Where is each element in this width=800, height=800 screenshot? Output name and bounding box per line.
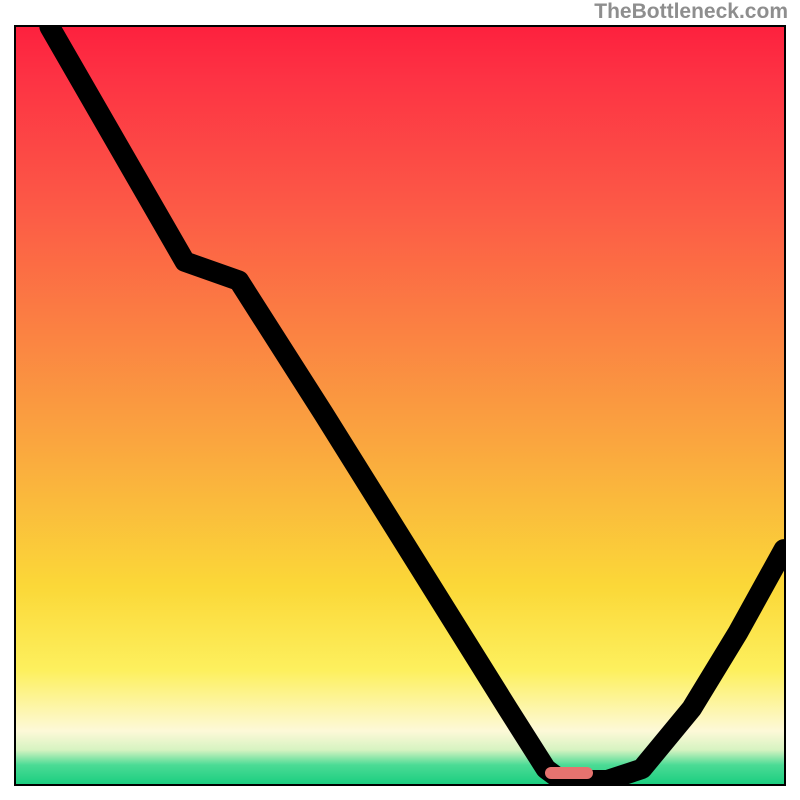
watermark-label: TheBottleneck.com bbox=[594, 0, 788, 24]
plot-area bbox=[14, 25, 786, 786]
heat-gradient-background bbox=[16, 27, 784, 784]
optimal-marker bbox=[545, 767, 593, 779]
chart-stage: TheBottleneck.com bbox=[0, 0, 800, 800]
